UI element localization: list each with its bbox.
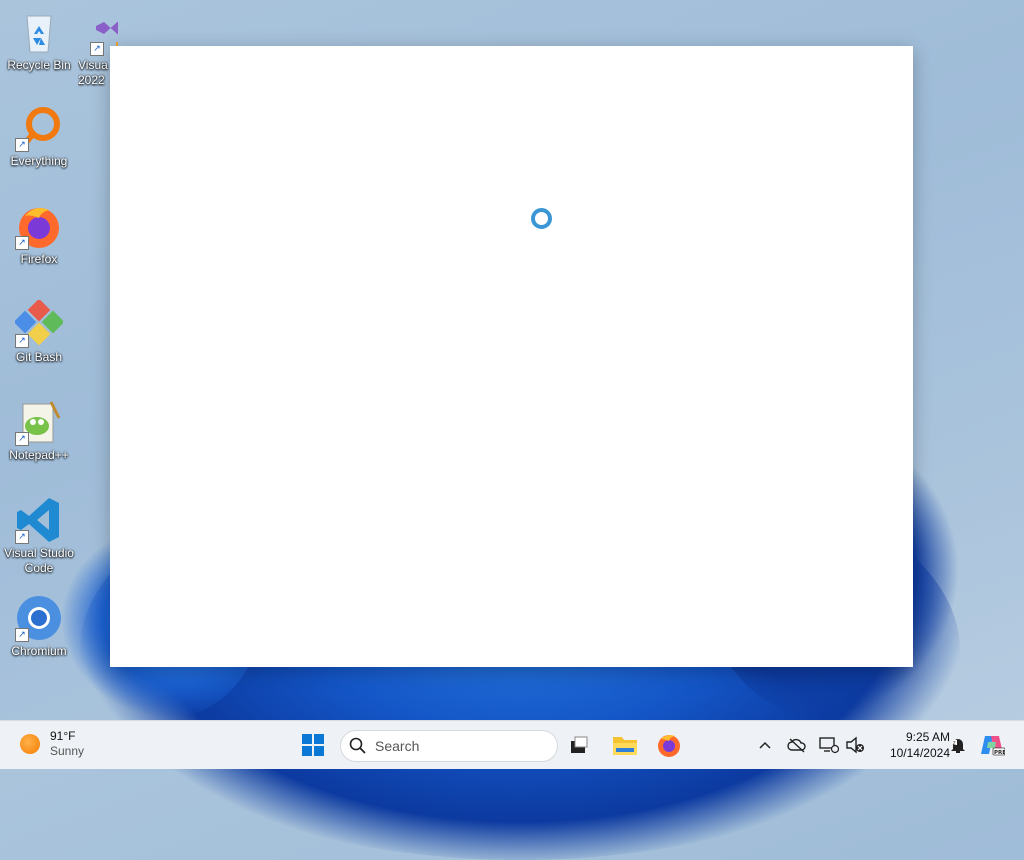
shortcut-arrow-icon: ↗ — [15, 334, 29, 348]
firefox-icon: ↗ — [15, 202, 63, 250]
vscode-icon: ↗ — [15, 496, 63, 544]
desktop-icon-label: Recycle Bin — [7, 58, 71, 72]
svg-text:z: z — [953, 740, 956, 747]
weather-widget[interactable]: 91°F Sunny — [20, 729, 84, 759]
desktop-icon-label: Everything — [10, 154, 68, 168]
cloud-offline-icon — [787, 738, 806, 753]
loading-window[interactable] — [110, 46, 913, 667]
notifications-button[interactable]: z — [944, 728, 972, 762]
loading-spinner-icon — [531, 208, 552, 229]
notification-bell-icon: z — [951, 739, 965, 753]
clock-date: 10/14/2024 — [889, 746, 950, 760]
desktop-icon-recycle-bin[interactable]: Recycle Bin — [0, 8, 78, 73]
desktop-icon-label: Chromium — [11, 644, 67, 658]
desktop-icon-notepad-plus-plus[interactable]: ↗ Notepad++ — [0, 398, 78, 463]
svg-text:PRE: PRE — [994, 750, 1005, 756]
desktop-icon-chromium[interactable]: ↗ Chromium — [0, 594, 78, 659]
network-disconnected-icon — [819, 737, 839, 754]
weather-description: Sunny — [50, 744, 85, 758]
shortcut-arrow-icon: ↗ — [15, 138, 29, 152]
taskbar-search-box[interactable]: Search — [340, 730, 558, 762]
volume-tray-button[interactable] — [840, 728, 870, 762]
speaker-muted-icon — [846, 736, 864, 754]
firefox-icon — [658, 735, 680, 757]
task-view-button[interactable] — [562, 728, 596, 762]
desktop-icon-label: Visual Studio Code — [4, 546, 74, 575]
notepad-plus-plus-icon: ↗ — [15, 398, 63, 446]
onedrive-tray-button[interactable] — [782, 728, 812, 762]
taskbar: 91°F Sunny Search 9:25 AM 10/14/2024 z P… — [0, 720, 1024, 769]
desktop-icon-label: Firefox — [20, 252, 58, 266]
sun-icon — [20, 734, 40, 754]
shortcut-arrow-icon: ↗ — [15, 236, 29, 250]
recycle-bin-icon — [15, 8, 63, 56]
search-placeholder: Search — [375, 738, 420, 754]
desktop-icon-label: Git Bash — [15, 350, 63, 364]
desktop-icon-vscode[interactable]: ↗ Visual Studio Code — [0, 496, 78, 576]
chevron-up-icon — [759, 741, 771, 749]
desktop-icon-label: Notepad++ — [9, 448, 69, 462]
taskbar-clock[interactable]: 9:25 AM 10/14/2024 — [870, 729, 950, 761]
shortcut-arrow-icon: ↗ — [15, 530, 29, 544]
everything-search-icon: ↗ — [15, 104, 63, 152]
copilot-icon: PRE — [981, 736, 1005, 756]
task-view-icon — [571, 736, 588, 753]
shortcut-arrow-icon: ↗ — [15, 628, 29, 642]
chromium-icon: ↗ — [15, 594, 63, 642]
show-hidden-icons-button[interactable] — [750, 728, 780, 762]
desktop-icon-firefox[interactable]: ↗ Firefox — [0, 202, 78, 267]
search-icon — [349, 737, 366, 754]
desktop-icon-git-bash[interactable]: ↗ Git Bash — [0, 298, 78, 365]
shortcut-arrow-icon: ↗ — [15, 432, 29, 446]
git-bash-icon: ↗ — [13, 298, 65, 348]
clock-time: 9:25 AM — [905, 730, 950, 744]
folder-icon — [613, 737, 637, 755]
start-button[interactable] — [296, 728, 330, 762]
taskbar-file-explorer[interactable] — [608, 728, 642, 762]
weather-temperature: 91°F — [50, 729, 76, 743]
desktop-icon-everything[interactable]: ↗ Everything — [0, 104, 78, 169]
windows-logo-icon — [302, 734, 324, 756]
shortcut-arrow-icon: ↗ — [90, 42, 104, 56]
taskbar-firefox[interactable] — [652, 728, 686, 762]
copilot-button[interactable]: PRE — [976, 728, 1008, 762]
